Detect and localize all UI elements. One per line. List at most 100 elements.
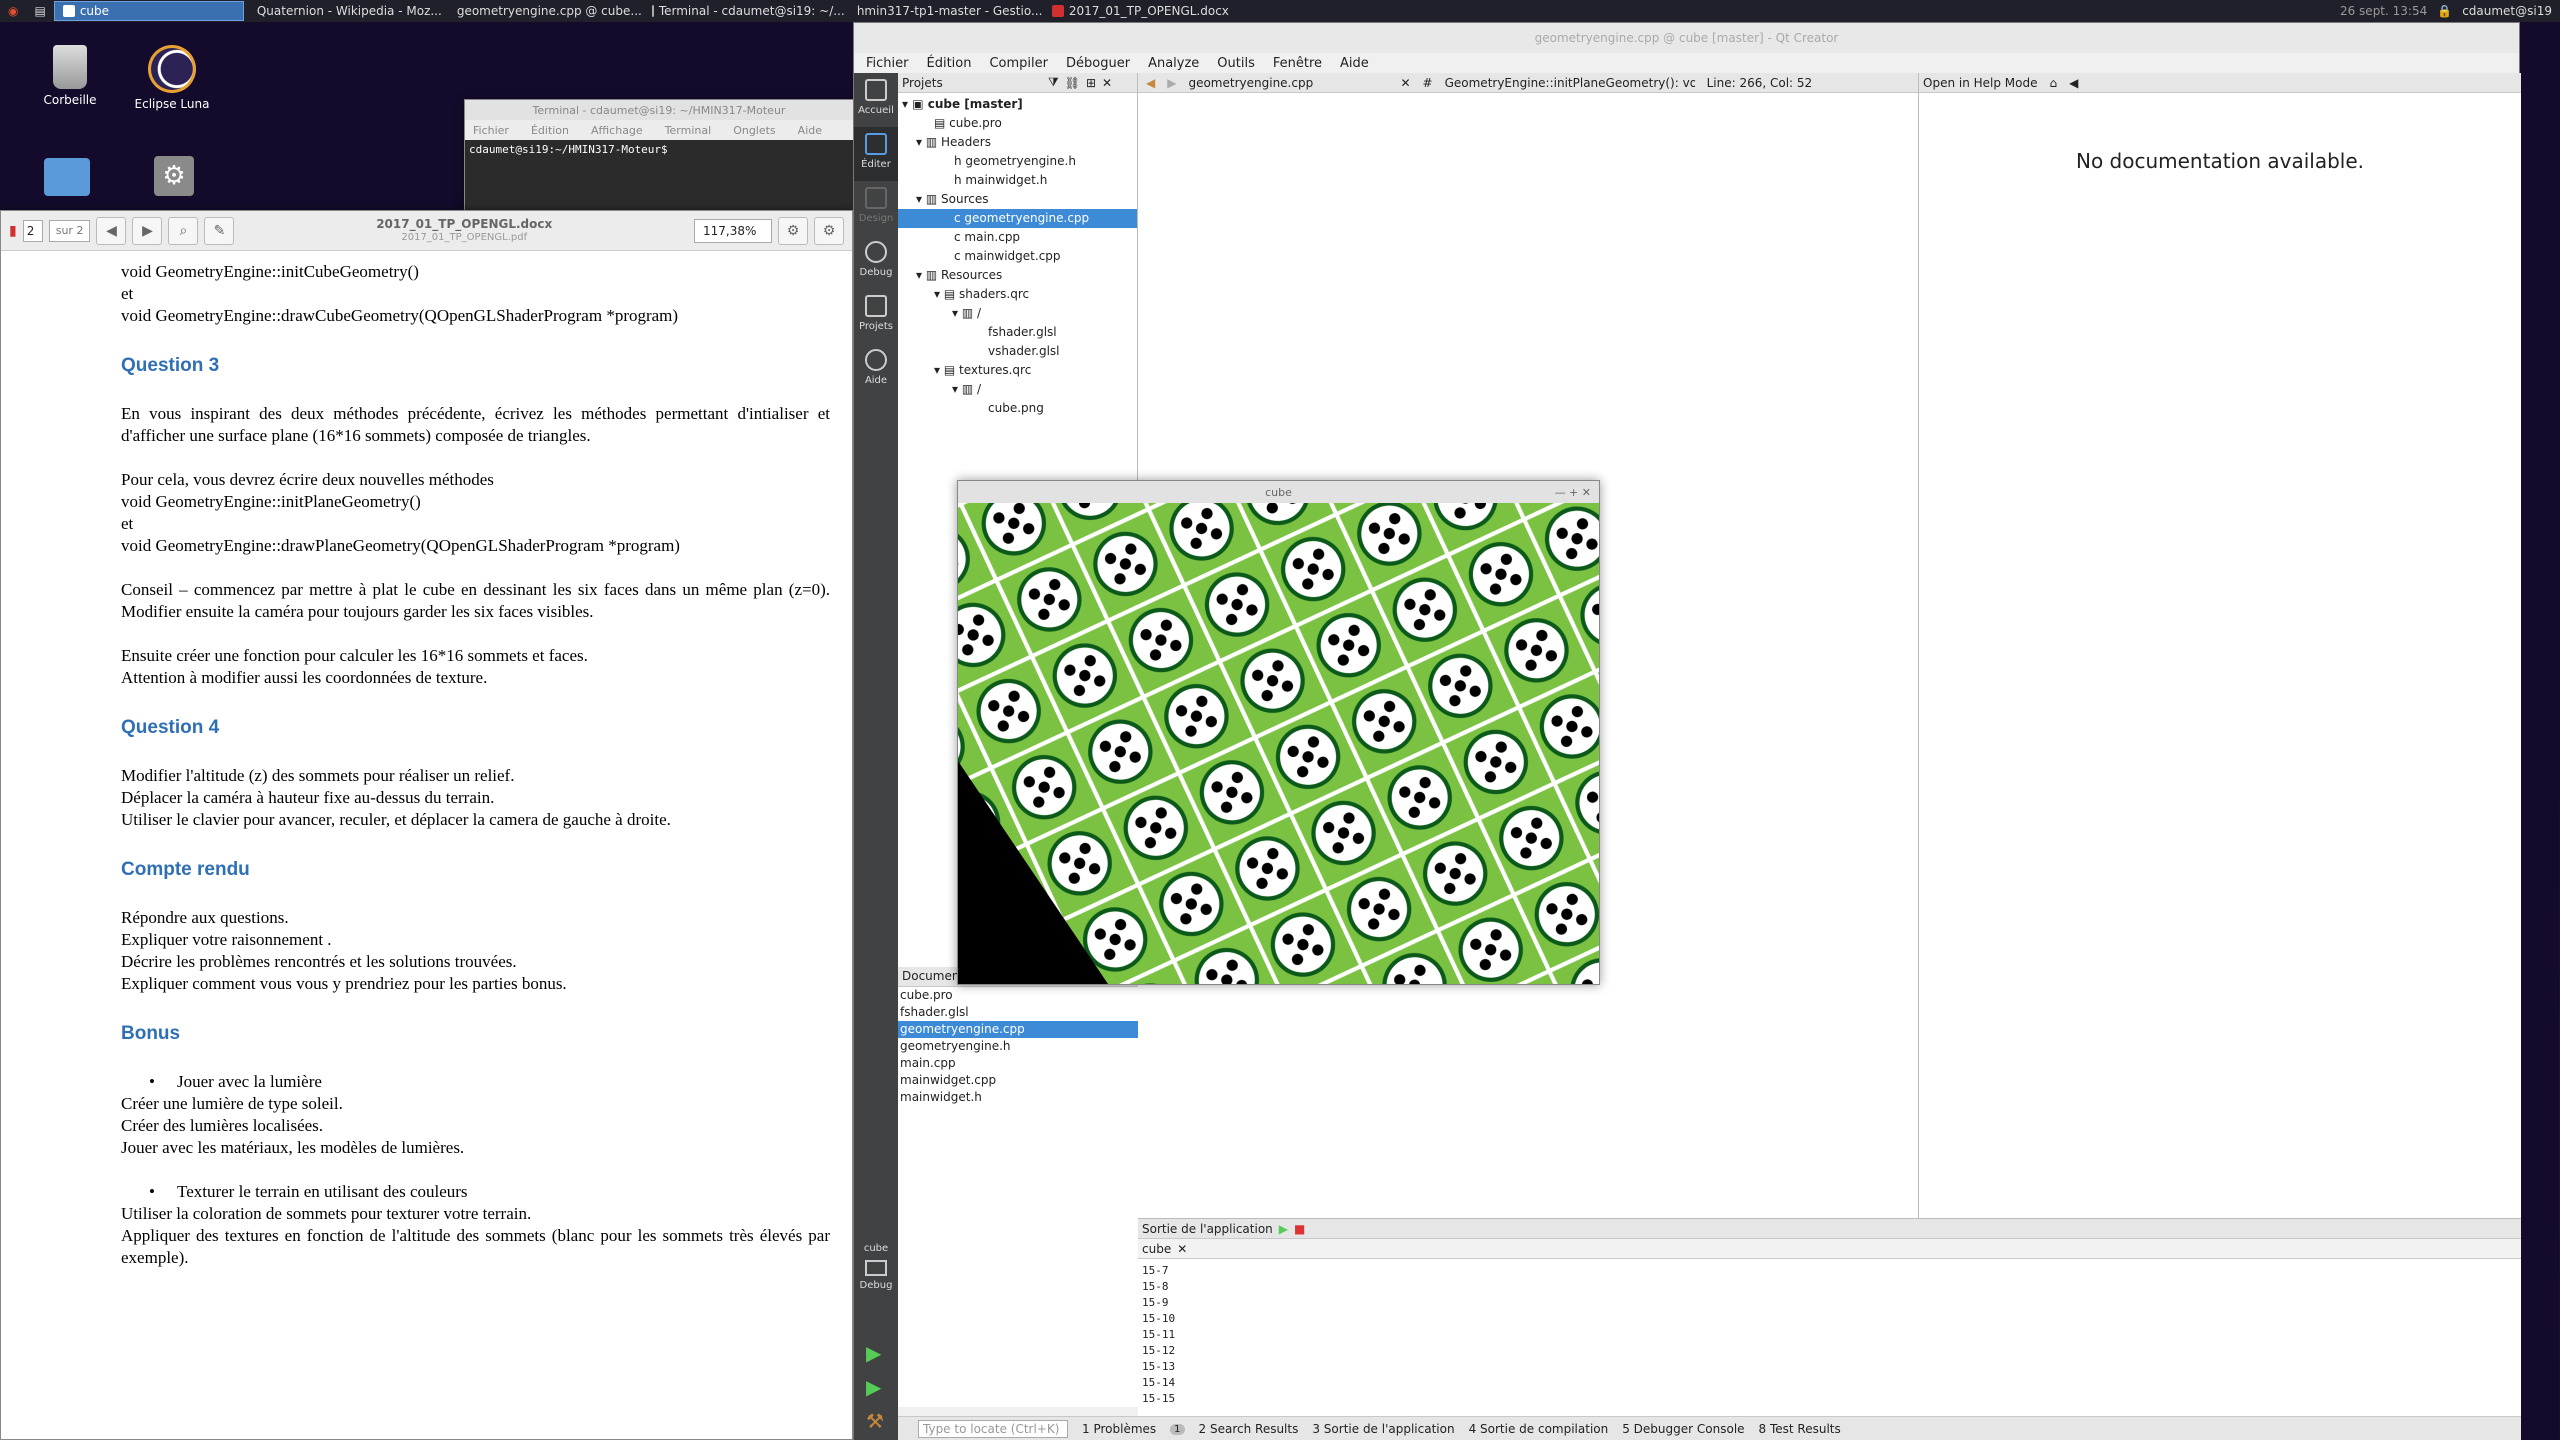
stop-icon[interactable]: ■ bbox=[1294, 1222, 1305, 1236]
files-icon[interactable]: ▤ bbox=[26, 1, 53, 21]
open-doc-item[interactable]: main.cpp bbox=[898, 1055, 1138, 1072]
cube-window[interactable]: cube — + ✕ bbox=[957, 480, 1600, 985]
mode-edit[interactable]: Éditer bbox=[854, 127, 898, 181]
open-doc-item[interactable]: mainwidget.cpp bbox=[898, 1072, 1138, 1089]
tree-item[interactable]: ▾ ▥ Headers bbox=[898, 133, 1137, 152]
task-file-manager[interactable]: hmin317-tp1-master - Gestio... bbox=[844, 1, 1044, 21]
task-cube[interactable]: cube bbox=[53, 1, 244, 21]
open-doc-item[interactable]: cube.pro bbox=[898, 987, 1138, 1004]
terminal-titlebar[interactable]: Terminal - cdaumet@si19: ~/HMIN317-Moteu… bbox=[465, 100, 853, 120]
back-icon[interactable]: ◀ bbox=[1146, 76, 1155, 90]
status-tab-tests[interactable]: 8 Test Results bbox=[1759, 1422, 1841, 1436]
menu-fichier[interactable]: Fichier bbox=[473, 124, 509, 137]
terminal-prompt[interactable]: cdaumet@si19:~/HMIN317-Moteur$ bbox=[465, 140, 853, 159]
annotate-button[interactable]: ✎ bbox=[204, 216, 235, 245]
tree-item[interactable]: fshader.glsl bbox=[898, 323, 1137, 342]
debug-run-icon[interactable]: ▶ bbox=[866, 1375, 881, 1399]
menu-aide[interactable]: Aide bbox=[798, 124, 822, 137]
status-tab-compile[interactable]: 4 Sortie de compilation bbox=[1469, 1422, 1609, 1436]
tree-item[interactable]: ▾ ▥ / bbox=[898, 380, 1137, 399]
forward-icon[interactable]: ▶ bbox=[1167, 76, 1176, 90]
menu-fenetre[interactable]: Fenêtre bbox=[1273, 56, 1322, 71]
desktop-icon-eclipse[interactable]: Eclipse Luna bbox=[102, 45, 242, 111]
task-firefox[interactable]: Quaternion - Wikipedia - Moz... bbox=[244, 1, 444, 21]
menu-deboguer[interactable]: Déboguer bbox=[1066, 56, 1130, 71]
gear-icon[interactable]: ⚙ bbox=[778, 216, 808, 245]
home-folder-icon[interactable] bbox=[44, 158, 90, 196]
tree-item[interactable]: ▾ ▥ / bbox=[898, 304, 1137, 323]
zoom-select[interactable]: 117,38% bbox=[694, 218, 772, 243]
settings-button[interactable]: ⚙ bbox=[814, 216, 844, 245]
menu-fichier[interactable]: Fichier bbox=[866, 56, 909, 71]
function-select[interactable]: GeometryEngine::initPlaneGeometry(): voi… bbox=[1445, 76, 1695, 90]
mode-projects[interactable]: Projets bbox=[854, 289, 898, 343]
menu-outils[interactable]: Outils bbox=[1217, 56, 1255, 71]
tree-item[interactable]: h mainwidget.h bbox=[898, 171, 1137, 190]
status-tab-problems[interactable]: 1 Problèmes bbox=[1082, 1422, 1156, 1436]
mode-debug[interactable]: Debug bbox=[854, 235, 898, 289]
filter-icon[interactable]: ⧩ bbox=[1048, 75, 1059, 90]
home-icon[interactable]: ⌂ bbox=[2050, 76, 2058, 90]
tree-item[interactable]: ▾ ▤ textures.qrc bbox=[898, 361, 1137, 380]
menu-terminal[interactable]: Terminal bbox=[665, 124, 712, 137]
status-tab-search[interactable]: 2 Search Results bbox=[1199, 1422, 1299, 1436]
output-tab-cube[interactable]: cube bbox=[1142, 1242, 1171, 1256]
back-icon[interactable]: ◀ bbox=[2069, 76, 2078, 90]
build-icon[interactable]: ⚒ bbox=[866, 1409, 884, 1433]
mode-welcome[interactable]: Accueil bbox=[854, 73, 898, 127]
app-menu-icon[interactable]: ◉ bbox=[0, 1, 26, 21]
tree-item[interactable]: ▾ ▥ Resources bbox=[898, 266, 1137, 285]
task-terminal[interactable]: Terminal - cdaumet@si19: ~/... bbox=[644, 1, 845, 21]
window-controls[interactable]: — + ✕ bbox=[1555, 486, 1591, 499]
open-doc-item[interactable]: geometryengine.cpp bbox=[898, 1021, 1138, 1038]
locate-input[interactable]: Type to locate (Ctrl+K) bbox=[918, 1420, 1068, 1438]
tree-item[interactable]: vshader.glsl bbox=[898, 342, 1137, 361]
menu-edition[interactable]: Édition bbox=[927, 56, 972, 71]
lock-icon[interactable]: 🔒 bbox=[2437, 4, 2452, 18]
menu-analyze[interactable]: Analyze bbox=[1148, 56, 1199, 71]
menu-onglets[interactable]: Onglets bbox=[733, 124, 775, 137]
run-icon[interactable]: ▶ bbox=[866, 1341, 881, 1365]
mode-help[interactable]: Aide bbox=[854, 343, 898, 397]
page-input[interactable]: 2 bbox=[22, 219, 43, 242]
tree-item[interactable]: h geometryengine.h bbox=[898, 152, 1137, 171]
qtcreator-titlebar[interactable]: geometryengine.cpp @ cube [master] - Qt … bbox=[854, 23, 2519, 53]
menu-edition[interactable]: Édition bbox=[531, 124, 569, 137]
link-icon[interactable]: ⛓ bbox=[1065, 76, 1080, 90]
search-button[interactable]: ⌕ bbox=[168, 216, 199, 245]
settings-icon[interactable]: ⚙ bbox=[154, 156, 194, 196]
run-icon[interactable]: ▶ bbox=[1279, 1222, 1288, 1236]
status-tab-debugger[interactable]: 5 Debugger Console bbox=[1622, 1422, 1744, 1436]
menu-affichage[interactable]: Affichage bbox=[591, 124, 643, 137]
user-name[interactable]: cdaumet@si19 bbox=[2462, 4, 2552, 18]
tree-item[interactable]: ▾ ▣ cube [master] bbox=[898, 95, 1137, 114]
tree-item[interactable]: c mainwidget.cpp bbox=[898, 247, 1137, 266]
next-page-button[interactable]: ▶ bbox=[132, 216, 163, 245]
open-doc-item[interactable]: fshader.glsl bbox=[898, 1004, 1138, 1021]
task-docviewer[interactable]: 2017_01_TP_OPENGL.docx bbox=[1044, 1, 1244, 21]
mode-design[interactable]: Design bbox=[854, 181, 898, 235]
menu-aide[interactable]: Aide bbox=[1340, 56, 1369, 71]
tree-item[interactable]: ▾ ▥ Sources bbox=[898, 190, 1137, 209]
close-file-icon[interactable]: ✕ bbox=[1400, 76, 1410, 90]
kit-selector[interactable]: cube Debug bbox=[854, 1243, 898, 1291]
cube-titlebar[interactable]: cube — + ✕ bbox=[958, 481, 1599, 503]
open-doc-item[interactable]: mainwidget.h bbox=[898, 1089, 1138, 1106]
task-qtcreator[interactable]: geometryengine.cpp @ cube... bbox=[444, 1, 644, 21]
projects-select[interactable]: Projets bbox=[902, 76, 1042, 90]
tree-item[interactable]: c geometryengine.cpp bbox=[898, 209, 1137, 228]
status-tab-output[interactable]: 3 Sortie de l'application bbox=[1312, 1422, 1454, 1436]
file-select[interactable]: geometryengine.cpp bbox=[1188, 76, 1388, 90]
tree-item[interactable]: ▾ ▤ shaders.qrc bbox=[898, 285, 1137, 304]
clock[interactable]: 26 sept. 13:54 bbox=[2340, 4, 2427, 18]
close-icon[interactable]: ✕ bbox=[1102, 76, 1112, 90]
open-help-mode-button[interactable]: Open in Help Mode bbox=[1923, 76, 2038, 90]
tree-item[interactable]: cube.png bbox=[898, 399, 1137, 418]
tree-item[interactable]: ▤ cube.pro bbox=[898, 114, 1137, 133]
menu-compiler[interactable]: Compiler bbox=[989, 56, 1048, 71]
previous-page-button[interactable]: ◀ bbox=[96, 216, 127, 245]
open-doc-item[interactable]: geometryengine.h bbox=[898, 1038, 1138, 1055]
split-icon[interactable]: ⊞ bbox=[1086, 76, 1096, 90]
close-icon[interactable]: ✕ bbox=[1177, 1242, 1187, 1256]
tree-item[interactable]: c main.cpp bbox=[898, 228, 1137, 247]
